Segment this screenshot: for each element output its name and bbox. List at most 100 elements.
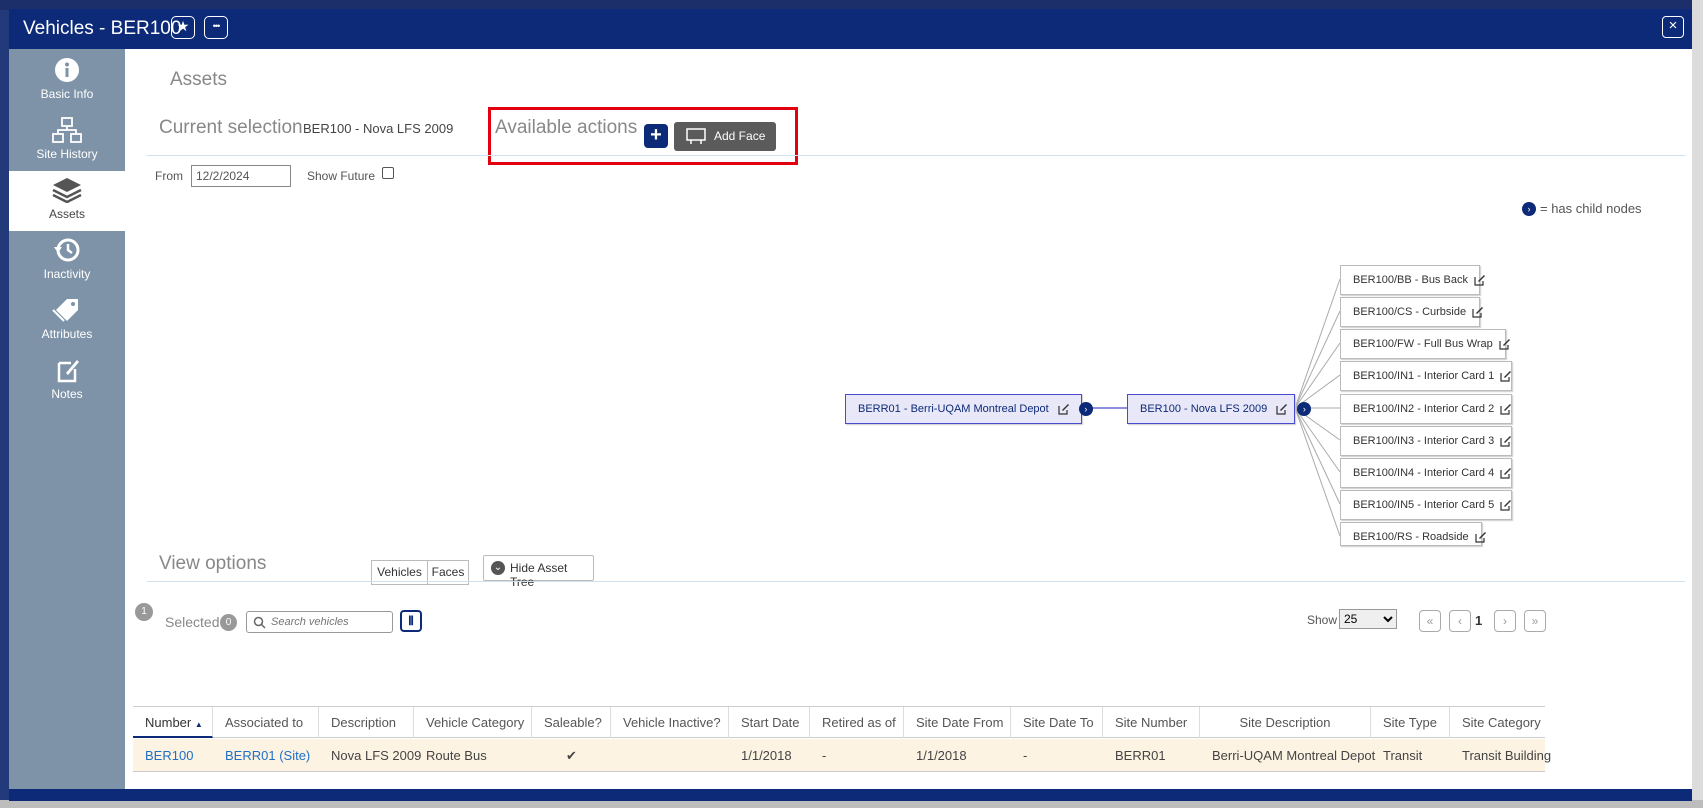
edit-icon[interactable] bbox=[1472, 306, 1484, 318]
vehicle-modal: Vehicles - BER100 ★ ••• × Basic Info Sit… bbox=[9, 9, 1692, 801]
columns-toggle-icon[interactable]: ⦀ bbox=[400, 610, 422, 632]
tree-node-label: BER100/IN4 - Interior Card 4 bbox=[1353, 467, 1495, 479]
column-header-site-type[interactable]: Site Type bbox=[1371, 707, 1450, 738]
cell-vehicle-inactive bbox=[611, 739, 623, 772]
column-header-start-date[interactable]: Start Date bbox=[729, 707, 810, 738]
hide-asset-tree-label: Hide Asset Tree bbox=[510, 561, 568, 589]
sidebar-item-label: Notes bbox=[51, 387, 83, 401]
column-header-vehicle-inactive[interactable]: Vehicle Inactive? bbox=[611, 707, 729, 738]
favorite-star-icon[interactable]: ★ bbox=[171, 16, 195, 39]
tree-node-label: BER100 - Nova LFS 2009 bbox=[1140, 403, 1268, 415]
cell-site-category: Transit Building bbox=[1462, 748, 1552, 763]
sidebar-item-site-history[interactable]: Site History bbox=[9, 111, 125, 171]
tree-node-face[interactable]: BER100/RS - Roadside bbox=[1340, 522, 1486, 546]
sidebar-item-attributes[interactable]: Attributes bbox=[9, 291, 125, 351]
sidebar-item-inactivity[interactable]: Inactivity bbox=[9, 231, 125, 291]
column-header-site-category[interactable]: Site Category bbox=[1450, 707, 1545, 738]
column-header-site-number[interactable]: Site Number bbox=[1103, 707, 1200, 738]
edit-icon[interactable] bbox=[1500, 403, 1512, 415]
more-options-icon[interactable]: ••• bbox=[204, 16, 228, 39]
column-header-site-date-to[interactable]: Site Date To bbox=[1011, 707, 1103, 738]
tree-node-face[interactable]: BER100/BB - Bus Back bbox=[1340, 265, 1485, 295]
tree-node-face[interactable]: BER100/IN1 - Interior Card 1 bbox=[1340, 361, 1512, 391]
close-icon[interactable]: × bbox=[1662, 16, 1684, 38]
edit-icon[interactable] bbox=[1499, 338, 1511, 350]
next-page-button[interactable]: › bbox=[1494, 610, 1516, 632]
sidebar-item-label: Assets bbox=[48, 207, 85, 221]
tree-node-face[interactable]: BER100/FW - Full Bus Wrap bbox=[1340, 329, 1510, 359]
sidebar-item-notes[interactable]: Notes bbox=[9, 351, 125, 411]
edit-icon[interactable] bbox=[1500, 467, 1512, 479]
first-page-button[interactable]: « bbox=[1419, 610, 1441, 632]
sitemap-icon bbox=[52, 117, 82, 143]
tree-node-face[interactable]: BER100/IN2 - Interior Card 2 bbox=[1340, 394, 1512, 424]
show-label: Show bbox=[1307, 613, 1338, 627]
edit-icon[interactable] bbox=[1500, 499, 1512, 511]
edit-icon[interactable] bbox=[1500, 370, 1512, 382]
edit-icon[interactable] bbox=[1276, 403, 1288, 415]
view-options-label: View options bbox=[159, 553, 267, 574]
cell-number[interactable]: BER100 bbox=[133, 739, 193, 772]
cell-saleable-check-icon: ✔ bbox=[566, 748, 577, 763]
tree-node-face[interactable]: BER100/CS - Curbside bbox=[1340, 297, 1484, 327]
tree-node-label: BER100/FW - Full Bus Wrap bbox=[1353, 338, 1493, 350]
tree-node-face[interactable]: BER100/IN5 - Interior Card 5 bbox=[1340, 490, 1512, 520]
tree-node-selected-vehicle[interactable]: BER100 - Nova LFS 2009 › bbox=[1127, 394, 1312, 424]
cell-site-date-from: 1/1/2018 bbox=[916, 748, 967, 763]
sidebar-item-label: Basic Info bbox=[40, 87, 94, 101]
column-header-description[interactable]: Description bbox=[319, 707, 414, 738]
note-icon bbox=[57, 360, 79, 383]
tree-node-face[interactable]: BER100/IN4 - Interior Card 4 bbox=[1340, 458, 1512, 488]
sidebar: Basic Info Site History Assets Inactivit… bbox=[9, 49, 125, 801]
last-page-button[interactable]: » bbox=[1524, 610, 1546, 632]
edit-icon[interactable] bbox=[1500, 435, 1512, 447]
sidebar-item-assets[interactable]: Assets bbox=[9, 171, 125, 231]
table-header: Number ▲ Associated to Description Vehic… bbox=[133, 706, 1545, 738]
sidebar-item-label: Inactivity bbox=[43, 267, 91, 281]
expand-child-icon[interactable]: › bbox=[1078, 402, 1093, 417]
sidebar-item-label: Attributes bbox=[41, 327, 93, 341]
tree-node-label: BERR01 - Berri-UQAM Montreal Depot bbox=[858, 403, 1049, 415]
tags-icon bbox=[52, 299, 78, 322]
layers-icon bbox=[52, 178, 82, 203]
search-icon bbox=[253, 616, 266, 629]
table-row[interactable]: BER100 BERR01 (Site) Nova LFS 2009 Route… bbox=[133, 739, 1551, 772]
column-header-site-description[interactable]: Site Description bbox=[1200, 707, 1371, 738]
search-input[interactable] bbox=[271, 614, 389, 630]
tree-node-label: BER100/RS - Roadside bbox=[1353, 531, 1469, 543]
selected-label: Selected bbox=[165, 614, 220, 630]
column-header-site-date-from[interactable]: Site Date From bbox=[904, 707, 1011, 738]
edit-icon[interactable] bbox=[1474, 531, 1487, 543]
tree-node-face[interactable]: BER100/IN3 - Interior Card 3 bbox=[1340, 426, 1512, 456]
sort-asc-icon: ▲ bbox=[194, 720, 203, 729]
column-header-retired-as-of[interactable]: Retired as of bbox=[810, 707, 904, 738]
cell-associated-to[interactable]: BERR01 (Site) bbox=[213, 739, 310, 772]
hide-asset-tree-button[interactable]: ⌄ Hide Asset Tree bbox=[483, 555, 594, 589]
result-count-badge: 1 bbox=[135, 603, 153, 621]
modal-footer-bar bbox=[9, 789, 1692, 801]
current-page: 1 bbox=[1475, 613, 1483, 628]
cell-site-date-to: - bbox=[1023, 748, 1028, 763]
collapse-icon: ⌄ bbox=[491, 561, 505, 575]
sidebar-item-basic-info[interactable]: Basic Info bbox=[9, 51, 125, 111]
column-header-saleable[interactable]: Saleable? bbox=[532, 707, 611, 738]
selected-count-badge: 0 bbox=[220, 614, 237, 631]
column-header-vehicle-category[interactable]: Vehicle Category bbox=[414, 707, 532, 738]
info-icon bbox=[55, 58, 79, 82]
cell-site-number: BERR01 bbox=[1115, 748, 1166, 763]
tree-node-label: BER100/IN1 - Interior Card 1 bbox=[1353, 370, 1495, 382]
search-box[interactable] bbox=[246, 611, 393, 633]
prev-page-button[interactable]: ‹ bbox=[1449, 610, 1471, 632]
column-header-associated-to[interactable]: Associated to bbox=[213, 707, 319, 738]
tree-node-depot[interactable]: BERR01 - Berri-UQAM Montreal Depot › bbox=[845, 394, 1093, 424]
edit-icon[interactable] bbox=[1474, 274, 1486, 286]
tree-node-label: BER100/CS - Curbside bbox=[1353, 306, 1467, 318]
column-header-number[interactable]: Number ▲ bbox=[133, 707, 213, 738]
divider bbox=[147, 581, 1685, 582]
cell-site-description: Berri-UQAM Montreal Depot bbox=[1212, 748, 1376, 763]
cell-retired-as-of: - bbox=[822, 748, 827, 763]
page-size-select[interactable]: 25 bbox=[1339, 609, 1397, 629]
edit-icon[interactable] bbox=[1058, 403, 1070, 415]
tree-node-label: BER100/IN2 - Interior Card 2 bbox=[1353, 403, 1495, 415]
modal-title: Vehicles - BER100 bbox=[23, 18, 182, 39]
